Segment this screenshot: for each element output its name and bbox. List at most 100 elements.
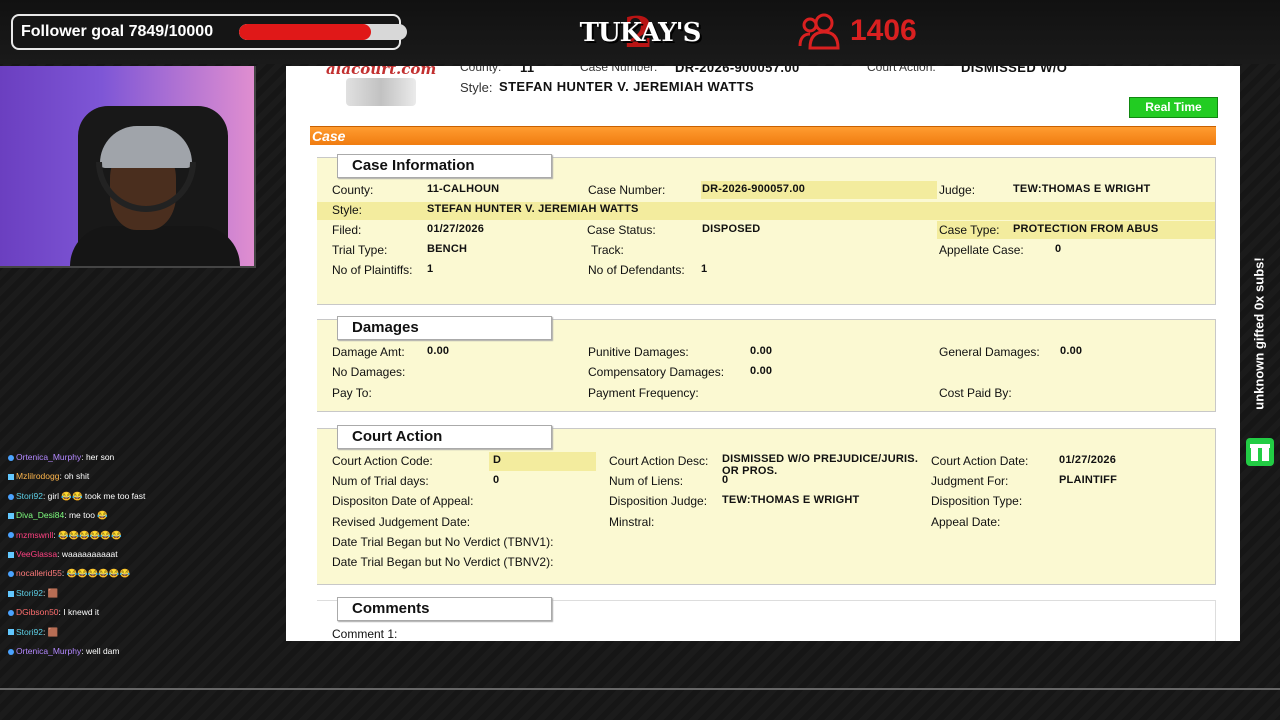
chat-text: 😂😂😂😂😂😂 — [66, 568, 131, 579]
real-time-button[interactable]: Real Time — [1129, 97, 1218, 118]
chat-username: DGibson50 — [16, 607, 59, 618]
trial-days-value: 0 — [493, 474, 500, 486]
highlight — [489, 452, 596, 471]
chat-message: Mzlilrodogg: oh shit — [8, 467, 258, 486]
appeal-date-label: Appeal Date: — [931, 515, 1001, 529]
punitive-label: Punitive Damages: — [588, 345, 689, 359]
chat-username: Ortenica_Murphy — [16, 452, 82, 462]
liens-label: Num of Liens: — [609, 474, 684, 488]
chat-badge-icon — [8, 590, 14, 597]
chat-text: well dam — [85, 646, 120, 657]
plaintiffs-value: 1 — [427, 263, 434, 275]
filed-value: 01/27/2026 — [427, 223, 485, 235]
cost-paid-by-label: Cost Paid By: — [939, 386, 1012, 400]
chat-message: nocallerid55: 😂😂😂😂😂😂 — [8, 564, 258, 583]
court-action-code-label: Court Action Code: — [332, 454, 433, 468]
header-county-value: 11 — [520, 66, 535, 75]
bottom-divider — [0, 688, 1280, 690]
chat-message: Stori92: 🟫 — [8, 584, 258, 603]
payment-frequency-label: Payment Frequency: — [588, 386, 699, 400]
chat-message: Ortenica_Murphy: well dam — [8, 642, 258, 661]
chat-message: mzmswnll: 😂😂😂😂😂😂 — [8, 526, 258, 545]
comment-1-label: Comment 1: — [332, 627, 398, 641]
record-header: alacourt.com County: 11 Case Number: DR-… — [286, 66, 1240, 126]
disposition-judge-value: TEW:THOMAS E WRIGHT — [722, 494, 860, 506]
appellate-case-label: Appellate Case: — [939, 243, 1024, 257]
sub-banner: unknown gifted 0x subs! — [1244, 240, 1278, 470]
defendants-label: No of Defendants: — [588, 263, 685, 277]
compensatory-label: Compensatory Damages: — [588, 365, 725, 379]
follower-goal-label: Follower goal 7849/10000 — [21, 23, 214, 40]
viewers-icon — [798, 13, 840, 50]
chat-username: Ortenica_Murphy — [16, 646, 82, 657]
chat-badge-icon — [8, 610, 14, 616]
trial-days-label: Num of Trial days: — [332, 474, 429, 488]
compensatory-value: 0.00 — [750, 365, 773, 377]
case-status-value: DISPOSED — [702, 223, 761, 235]
chat-message: Stori92: girl 😂😂 took me too fast — [8, 487, 258, 506]
damages-title: Damages — [337, 316, 552, 340]
county-value: 11-CALHOUN — [427, 183, 500, 195]
plaintiffs-label: No of Plaintiffs: — [332, 263, 413, 277]
court-action-desc-line2: OR PROS. — [722, 465, 778, 477]
disposition-type-label: Disposition Type: — [931, 494, 1023, 508]
chat-text: me too 😂 — [68, 510, 108, 521]
chat-username: Stori92 — [16, 626, 43, 637]
case-number-value: DR-2026-900057.00 — [702, 183, 806, 195]
court-action-date-value: 01/27/2026 — [1059, 454, 1117, 466]
case-bar-label: Case — [312, 128, 346, 144]
follower-goal-widget: Follower goal 7849/10000 — [11, 14, 407, 50]
tbnv2-label: Date Trial Began but No Verdict (TBNV2): — [332, 555, 554, 569]
punitive-value: 0.00 — [750, 345, 773, 357]
webcam-feed — [0, 66, 256, 268]
top-bar: Follower goal 7849/10000 2 TUKAY'S CENTS… — [0, 0, 1280, 94]
viewer-counter: 1406 — [798, 12, 917, 50]
case-type-value: PROTECTION FROM ABUS — [1013, 223, 1159, 235]
chat-username: Diva_Desi84 — [16, 510, 65, 521]
comments-section: Comments Comment 1: — [317, 597, 1216, 641]
streamer-body — [70, 226, 240, 266]
chat-username: mzmswnll — [16, 529, 54, 540]
court-action-code-value: D — [493, 454, 502, 466]
county-label: County: — [332, 183, 374, 197]
chat-username: nocallerid55 — [16, 568, 62, 579]
chat-username: Stori92 — [16, 490, 43, 501]
trial-type-value: BENCH — [427, 243, 468, 255]
court-action-desc-label: Court Action Desc: — [609, 454, 709, 468]
chat-badge-icon — [8, 474, 14, 481]
court-seal — [346, 78, 416, 106]
case-status-label: Case Status: — [587, 223, 656, 237]
trial-type-label: Trial Type: — [332, 243, 388, 257]
header-case-number-value: DR-2026-900057.00 — [675, 66, 800, 75]
header-style-label: Style: — [460, 80, 493, 95]
case-type-label: Case Type: — [939, 223, 1000, 237]
appellate-case-value: 0 — [1055, 243, 1062, 255]
track-label: Track: — [591, 243, 624, 257]
follower-goal-progress-bar — [239, 24, 407, 40]
liens-value: 0 — [722, 474, 729, 486]
stream-overlay: Follower goal 7849/10000 2 TUKAY'S CENTS… — [0, 0, 1280, 720]
chat-badge-icon — [8, 454, 14, 461]
judge-value: TEW:THOMAS E WRIGHT — [1013, 183, 1151, 195]
pay-to-label: Pay To: — [332, 386, 372, 400]
chat-text: 😂😂😂😂😂😂 — [58, 529, 122, 540]
case-information-title: Case Information — [337, 154, 552, 178]
chat-badge-icon — [8, 648, 14, 655]
chat-badge-icon — [8, 571, 14, 578]
court-action-desc-line1: DISMISSED W/O PREJUDICE/JURIS. — [722, 453, 919, 465]
chat-message: Diva_Desi84: me too 😂 — [8, 506, 258, 525]
chat-username: VeeGlassa — [16, 549, 58, 560]
minstral-label: Minstral: — [609, 515, 655, 529]
court-action-title: Court Action — [337, 425, 552, 449]
court-record-page: alacourt.com County: 11 Case Number: DR-… — [286, 66, 1240, 641]
comments-title: Comments — [337, 597, 552, 621]
chat-badge-icon — [8, 532, 14, 539]
damages-section: Damages Damage Amt: 0.00 Punitive Damage… — [317, 316, 1216, 412]
disposition-judge-label: Disposition Judge: — [609, 494, 708, 508]
case-information-section: Case Information County: 11-CALHOUN Case… — [317, 154, 1216, 305]
header-court-action-label: Court Action: — [867, 66, 936, 74]
chat-text: girl 😂😂 took me too fast — [47, 490, 146, 501]
header-style-value: STEFAN HUNTER V. JEREMIAH WATTS — [499, 79, 755, 94]
chat-text: 🟫 — [47, 587, 59, 598]
channel-logo: 2 TUKAY'S CENTS — [560, 8, 720, 94]
